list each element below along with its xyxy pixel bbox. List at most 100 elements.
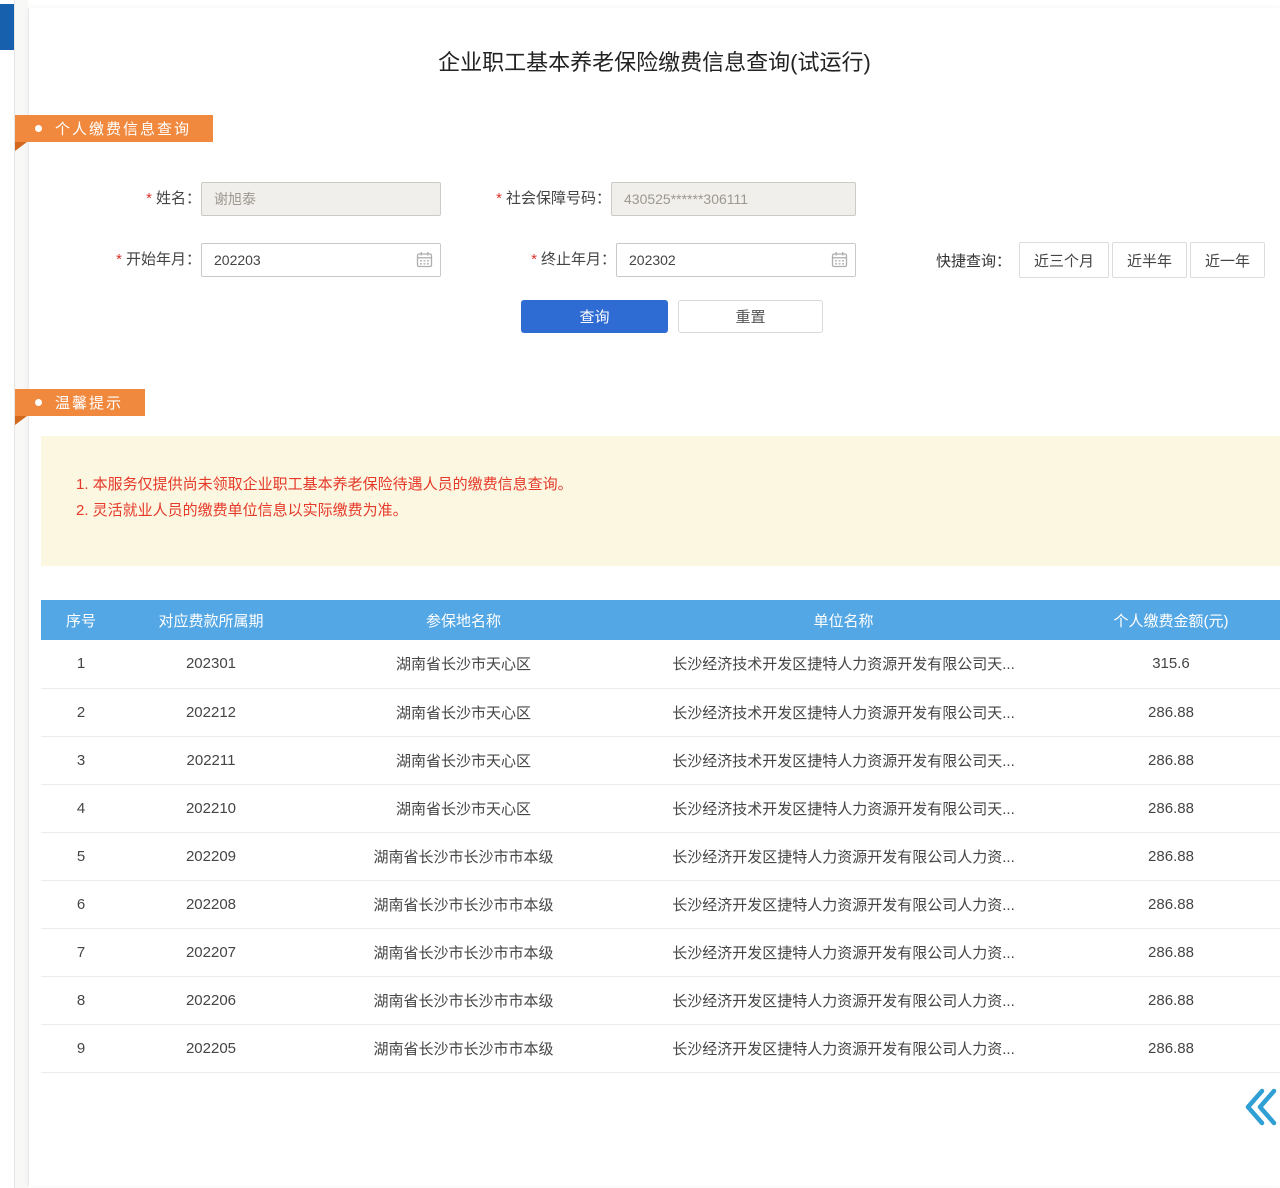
cell-company: 长沙经济开发区捷特人力资源开发有限公司人力资... (626, 928, 1061, 976)
column-header: 单位名称 (626, 600, 1061, 640)
quick-query-buttons: 近三个月近半年近一年 (1016, 242, 1265, 278)
cell-region: 湖南省长沙市天心区 (301, 688, 626, 736)
cell-index: 8 (41, 976, 121, 1024)
bullet-icon (35, 125, 42, 132)
cell-amount: 286.88 (1061, 928, 1280, 976)
section-badge-label: 温馨提示 (55, 392, 123, 413)
cell-index: 3 (41, 736, 121, 784)
section-badge-personal-query: 个人缴费信息查询 (15, 115, 213, 142)
cell-region: 湖南省长沙市长沙市市本级 (301, 880, 626, 928)
end-month-label-text: 终止年月： (541, 251, 616, 268)
name-label-text: 姓名： (156, 190, 201, 207)
payment-table: 序号对应费款所属期参保地名称单位名称个人缴费金额(元) 1202301湖南省长沙… (41, 600, 1280, 1073)
cell-company: 长沙经济开发区捷特人力资源开发有限公司人力资... (626, 880, 1061, 928)
table-row: 2202212湖南省长沙市天心区长沙经济技术开发区捷特人力资源开发有限公司天..… (41, 688, 1280, 736)
table-row: 5202209湖南省长沙市长沙市市本级长沙经济开发区捷特人力资源开发有限公司人力… (41, 832, 1280, 880)
cell-amount: 286.88 (1061, 688, 1280, 736)
name-input (201, 182, 441, 216)
form-action-row: 查询 重置 (521, 300, 1280, 333)
left-rail (0, 0, 28, 1188)
cell-period: 202207 (121, 928, 301, 976)
cell-region: 湖南省长沙市长沙市市本级 (301, 976, 626, 1024)
cell-period: 202206 (121, 976, 301, 1024)
notice-line: 1. 本服务仅提供尚未领取企业职工基本养老保险待遇人员的缴费信息查询。 (76, 472, 1261, 498)
ssn-label-text: 社会保障号码： (506, 190, 611, 207)
table-row: 9202205湖南省长沙市长沙市市本级长沙经济开发区捷特人力资源开发有限公司人力… (41, 1024, 1280, 1072)
table-row: 7202207湖南省长沙市长沙市市本级长沙经济开发区捷特人力资源开发有限公司人力… (41, 928, 1280, 976)
collapse-chevron-icon[interactable] (1242, 1084, 1280, 1130)
required-asterisk: * (116, 251, 122, 268)
cell-company: 长沙经济开发区捷特人力资源开发有限公司人力资... (626, 1024, 1061, 1072)
ssn-label: *社会保障号码： (441, 182, 611, 216)
column-header: 参保地名称 (301, 600, 626, 640)
table-header-row: 序号对应费款所属期参保地名称单位名称个人缴费金额(元) (41, 600, 1280, 640)
cell-amount: 286.88 (1061, 880, 1280, 928)
cell-region: 湖南省长沙市长沙市市本级 (301, 1024, 626, 1072)
cell-period: 202210 (121, 784, 301, 832)
reset-button[interactable]: 重置 (678, 300, 823, 333)
cell-company: 长沙经济开发区捷特人力资源开发有限公司人力资... (626, 832, 1061, 880)
table-row: 8202206湖南省长沙市长沙市市本级长沙经济开发区捷特人力资源开发有限公司人力… (41, 976, 1280, 1024)
column-header: 序号 (41, 600, 121, 640)
page: { "title": "企业职工基本养老保险缴费信息查询(试运行)", "sec… (0, 0, 1280, 1188)
cell-amount: 286.88 (1061, 976, 1280, 1024)
quick-option-0[interactable]: 近三个月 (1019, 242, 1109, 278)
notice-line: 2. 灵活就业人员的缴费单位信息以实际缴费为准。 (76, 498, 1261, 524)
start-month-input[interactable] (201, 243, 441, 277)
notice-list: 1. 本服务仅提供尚未领取企业职工基本养老保险待遇人员的缴费信息查询。2. 灵活… (76, 472, 1261, 524)
cell-region: 湖南省长沙市天心区 (301, 784, 626, 832)
cell-period: 202205 (121, 1024, 301, 1072)
column-header: 对应费款所属期 (121, 600, 301, 640)
table-body: 1202301湖南省长沙市天心区长沙经济技术开发区捷特人力资源开发有限公司天..… (41, 640, 1280, 1072)
column-header: 个人缴费金额(元) (1061, 600, 1280, 640)
quick-query-label: 快捷查询： (936, 250, 1011, 271)
cell-company: 长沙经济技术开发区捷特人力资源开发有限公司天... (626, 640, 1061, 688)
ssn-input (611, 182, 856, 216)
cell-amount: 286.88 (1061, 832, 1280, 880)
cell-index: 5 (41, 832, 121, 880)
cell-region: 湖南省长沙市长沙市市本级 (301, 832, 626, 880)
cell-region: 湖南省长沙市天心区 (301, 736, 626, 784)
cell-period: 202211 (121, 736, 301, 784)
table-row: 3202211湖南省长沙市天心区长沙经济技术开发区捷特人力资源开发有限公司天..… (41, 736, 1280, 784)
cell-index: 6 (41, 880, 121, 928)
sidebar-divider (14, 0, 28, 1188)
quick-option-1[interactable]: 近半年 (1112, 242, 1187, 278)
cell-region: 湖南省长沙市长沙市市本级 (301, 928, 626, 976)
cell-period: 202209 (121, 832, 301, 880)
table-row: 4202210湖南省长沙市天心区长沙经济技术开发区捷特人力资源开发有限公司天..… (41, 784, 1280, 832)
required-asterisk: * (146, 190, 152, 207)
cell-company: 长沙经济技术开发区捷特人力资源开发有限公司天... (626, 688, 1061, 736)
cell-amount: 286.88 (1061, 736, 1280, 784)
main-panel: 企业职工基本养老保险缴费信息查询(试运行) 个人缴费信息查询 *姓名： *社会保… (28, 8, 1280, 1186)
sidebar-accent-block (0, 4, 14, 50)
required-asterisk: * (496, 190, 502, 207)
cell-company: 长沙经济技术开发区捷特人力资源开发有限公司天... (626, 736, 1061, 784)
required-asterisk: * (531, 251, 537, 268)
cell-region: 湖南省长沙市天心区 (301, 640, 626, 688)
cell-company: 长沙经济技术开发区捷特人力资源开发有限公司天... (626, 784, 1061, 832)
quick-option-2[interactable]: 近一年 (1190, 242, 1265, 278)
cell-period: 202301 (121, 640, 301, 688)
notice-box: 1. 本服务仅提供尚未领取企业职工基本养老保险待遇人员的缴费信息查询。2. 灵活… (41, 436, 1280, 566)
cell-amount: 286.88 (1061, 1024, 1280, 1072)
cell-index: 4 (41, 784, 121, 832)
end-month-label: *终止年月： (441, 243, 616, 277)
bullet-icon (35, 399, 42, 406)
page-title: 企业职工基本养老保险缴费信息查询(试运行) (29, 48, 1280, 78)
start-month-field (201, 243, 441, 277)
table-row: 6202208湖南省长沙市长沙市市本级长沙经济开发区捷特人力资源开发有限公司人力… (41, 880, 1280, 928)
cell-index: 1 (41, 640, 121, 688)
cell-amount: 315.6 (1061, 640, 1280, 688)
end-month-input[interactable] (616, 243, 856, 277)
end-month-field (616, 243, 856, 277)
section-badge-tips: 温馨提示 (15, 389, 145, 416)
query-button[interactable]: 查询 (521, 300, 668, 333)
cell-company: 长沙经济开发区捷特人力资源开发有限公司人力资... (626, 976, 1061, 1024)
section-badge-label: 个人缴费信息查询 (55, 118, 191, 139)
cell-index: 7 (41, 928, 121, 976)
table-row: 1202301湖南省长沙市天心区长沙经济技术开发区捷特人力资源开发有限公司天..… (41, 640, 1280, 688)
cell-index: 9 (41, 1024, 121, 1072)
start-month-label-text: 开始年月： (126, 251, 201, 268)
cell-amount: 286.88 (1061, 784, 1280, 832)
